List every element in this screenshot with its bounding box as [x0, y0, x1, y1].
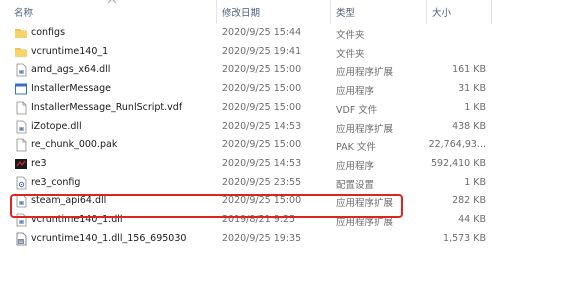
file-type: 应用程序扩展 — [336, 67, 394, 79]
file-type: 文件夹 — [336, 48, 365, 60]
blank-file-icon — [14, 101, 28, 115]
file-name: re_chunk_000.pak — [31, 139, 118, 151]
file-name: re3 — [31, 157, 47, 169]
highlight-box — [10, 194, 403, 218]
file-row[interactable]: re3 2020/9/25 14:53 应用程序 592,410 KB — [0, 156, 580, 173]
file-date: 2020/9/25 19:41 — [222, 45, 302, 57]
file-date: 2020/9/25 15:00 — [222, 64, 302, 76]
file-row[interactable]: re3_config 2020/9/25 23:55 配置设置 1 KB — [0, 175, 580, 192]
file-row[interactable]: amd_ags_x64.dll 2020/9/25 15:00 应用程序扩展 161 … — [0, 62, 580, 79]
config-file-icon — [14, 176, 28, 190]
file-size: 161 KB — [452, 64, 486, 76]
file-name: amd_ags_x64.dll — [31, 64, 111, 76]
file-row[interactable]: iZotope.dll 2020/9/25 14:53 应用程序扩展 438 KB — [0, 119, 580, 136]
file-date: 2020/9/25 23:55 — [222, 176, 302, 188]
column-divider[interactable] — [491, 0, 492, 24]
file-row[interactable]: InstallerMessage_RunlScript.vdf 2020/9/25… — [0, 100, 580, 117]
file-row[interactable]: configs 2020/9/25 15:44 文件夹 — [0, 25, 580, 42]
column-header-bar: 名称 修改日期 类型 大小 — [0, 0, 580, 24]
file-date: 2020/9/25 15:44 — [222, 27, 302, 38]
folder-icon — [14, 45, 28, 59]
file-size: 31 KB — [458, 83, 486, 95]
file-type: 配置设置 — [336, 179, 375, 191]
file-name: vcruntime140_1 — [31, 45, 109, 57]
file-row[interactable]: vcruntime140_1.dll_156_695030 2020/9/25 1… — [0, 231, 580, 248]
file-row[interactable]: vcruntime140_1 2020/9/25 19:41 文件夹 — [0, 44, 580, 61]
column-divider[interactable] — [216, 0, 217, 24]
file-size: 1 KB — [464, 176, 486, 188]
file-row[interactable]: InstallerMessage 2020/9/25 15:00 应用程序 31 KB — [0, 81, 580, 98]
file-date: 2020/9/25 14:53 — [222, 157, 302, 169]
file-size: 22,764,93... — [428, 139, 486, 151]
file-size: 438 KB — [452, 120, 486, 132]
dll-file-icon — [14, 120, 28, 134]
file-type: 应用程序 — [336, 86, 375, 98]
game-exe-icon — [14, 157, 28, 171]
file-type: PAK 文件 — [336, 142, 376, 154]
file-name: configs — [31, 27, 66, 38]
file-name: vcruntime140_1.dll_156_695030 — [31, 232, 187, 244]
column-header-date[interactable]: 修改日期 — [222, 5, 260, 19]
file-date: 2020/9/25 15:00 — [222, 139, 302, 151]
file-row[interactable]: re_chunk_000.pak 2020/9/25 15:00 PAK 文件 22,… — [0, 137, 580, 154]
file-type: VDF 文件 — [336, 104, 378, 116]
file-size: 1,573 KB — [443, 232, 486, 244]
column-header-size[interactable]: 大小 — [432, 5, 451, 19]
file-type: 应用程序扩展 — [336, 123, 394, 135]
column-divider[interactable] — [330, 0, 331, 24]
file-name: InstallerMessage_RunlScript.vdf — [31, 101, 183, 113]
file-type: 应用程序 — [336, 160, 375, 172]
blank-file-icon — [14, 138, 28, 152]
column-header-type[interactable]: 类型 — [336, 5, 355, 19]
file-size: 44 KB — [458, 214, 486, 225]
generic-file-icon — [14, 232, 28, 246]
file-date: 2020/9/25 15:00 — [222, 101, 302, 113]
sort-up-arrow-icon[interactable] — [107, 0, 117, 4]
file-size: 592,410 KB — [430, 157, 486, 169]
column-header-name[interactable]: 名称 — [14, 5, 33, 19]
file-date: 2020/9/25 14:53 — [222, 120, 302, 132]
file-name: InstallerMessage — [31, 83, 111, 95]
file-size: 1 KB — [464, 101, 486, 113]
file-date: 2020/9/25 15:00 — [222, 83, 302, 95]
file-name: re3_config — [31, 176, 81, 188]
column-divider[interactable] — [426, 0, 427, 24]
dll-file-icon — [14, 63, 28, 77]
file-date: 2020/9/25 19:35 — [222, 232, 302, 244]
file-size: 282 KB — [452, 195, 486, 207]
file-type: 文件夹 — [336, 30, 365, 41]
file-name: iZotope.dll — [31, 120, 82, 132]
app-window-icon — [14, 82, 28, 96]
folder-icon — [14, 26, 28, 40]
